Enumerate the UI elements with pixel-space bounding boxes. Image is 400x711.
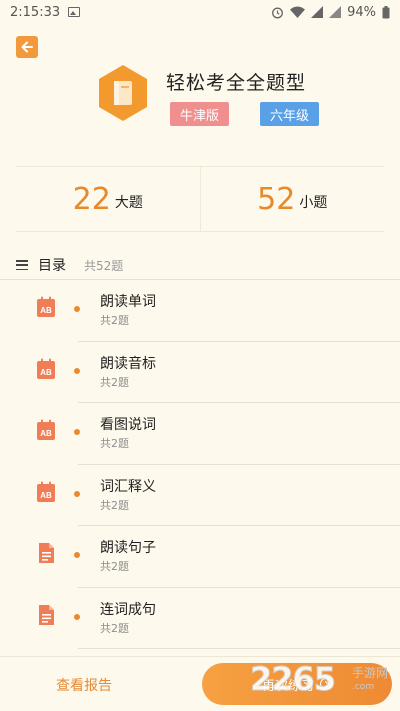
list-item-title: 朗读音标 <box>100 355 156 372</box>
battery-percent: 94% <box>347 4 376 20</box>
list-item-title: 朗读句子 <box>100 540 156 556</box>
bullet-dot <box>74 306 80 312</box>
svg-text:AB: AB <box>40 429 52 438</box>
back-button[interactable] <box>16 36 38 58</box>
list-item[interactable]: 连词成句 共2题 <box>0 588 400 649</box>
list-item-count: 共2题 <box>100 621 129 635</box>
catalog-header: 目录 共52题 <box>16 252 400 278</box>
svg-text:AB: AB <box>40 491 52 500</box>
bullet-dot <box>74 429 80 435</box>
ab-calendar-icon: AB <box>37 296 55 317</box>
arrow-left-icon <box>21 41 33 53</box>
stats-panel: 22 大题 52 小题 <box>16 166 384 232</box>
edition-tag: 牛津版 <box>170 102 230 126</box>
small-question-count: 52 <box>257 181 296 217</box>
page-title: 轻松考全全题型 <box>166 72 307 94</box>
list-item-title: 看图说词 <box>100 417 156 433</box>
grade-tag: 六年级 <box>260 102 320 126</box>
view-report-button[interactable]: 查看报告 <box>56 675 112 695</box>
document-icon <box>39 543 54 563</box>
practice-again-button[interactable]: 再次练习 <box>202 663 392 705</box>
list-item-title: 连词成句 <box>100 601 156 618</box>
list-item[interactable]: AB 朗读音标 共2题 <box>0 342 400 403</box>
list-item-title: 词汇释义 <box>100 478 156 495</box>
list-item-count: 共2题 <box>100 560 129 573</box>
ab-calendar-icon: AB <box>37 358 55 379</box>
divider <box>78 648 400 649</box>
small-question-stat: 52 小题 <box>199 167 385 231</box>
status-bar: 2:15:33 94% <box>0 0 400 24</box>
wifi-icon <box>290 6 306 18</box>
list-item-count: 共2题 <box>100 314 129 327</box>
status-time: 2:15:33 <box>10 4 61 20</box>
list-item-count: 共2题 <box>100 375 129 389</box>
image-notification-icon <box>68 7 81 17</box>
battery-icon <box>382 5 390 18</box>
document-icon <box>39 604 54 625</box>
practice-again-label: 再次练习 <box>261 678 314 694</box>
svg-text:AB: AB <box>40 368 52 377</box>
menu-list-icon <box>16 260 28 270</box>
list-item[interactable]: AB 词汇释义 共2题 <box>0 465 400 526</box>
bullet-dot <box>74 552 80 558</box>
list-item-count: 共2题 <box>100 498 129 512</box>
bullet-dot <box>74 613 80 620</box>
svg-text:AB: AB <box>40 306 52 315</box>
big-question-count: 22 <box>72 181 111 217</box>
bottom-bar: 查看报告 再次练习 <box>0 656 400 711</box>
catalog-total: 共52题 <box>84 258 124 273</box>
ab-calendar-icon: AB <box>37 481 55 502</box>
list-item-count: 共2题 <box>100 437 129 450</box>
ab-calendar-icon: AB <box>37 419 55 440</box>
alarm-icon <box>272 7 284 18</box>
catalog-title: 目录 <box>38 258 66 274</box>
bullet-dot <box>74 367 80 374</box>
bullet-dot <box>74 490 80 497</box>
list-item[interactable]: AB 看图说词 共2题 <box>0 403 400 465</box>
list-item[interactable]: AB 朗读单词 共2题 <box>0 280 400 342</box>
signal-icon-2 <box>329 6 342 18</box>
big-question-unit: 大题 <box>114 195 143 211</box>
small-question-unit: 小题 <box>299 195 328 211</box>
big-question-stat: 22 大题 <box>16 167 200 231</box>
chevron-right-icon <box>320 678 332 690</box>
catalog-list: AB 朗读单词 共2题 AB 朗读音标 共2题 AB 看图说词 共2题 AB 词… <box>0 280 400 649</box>
list-item-title: 朗读单词 <box>100 294 156 310</box>
book-hexagon-logo <box>99 65 147 121</box>
signal-icon <box>311 6 324 18</box>
list-item[interactable]: 朗读句子 共2题 <box>0 526 400 588</box>
